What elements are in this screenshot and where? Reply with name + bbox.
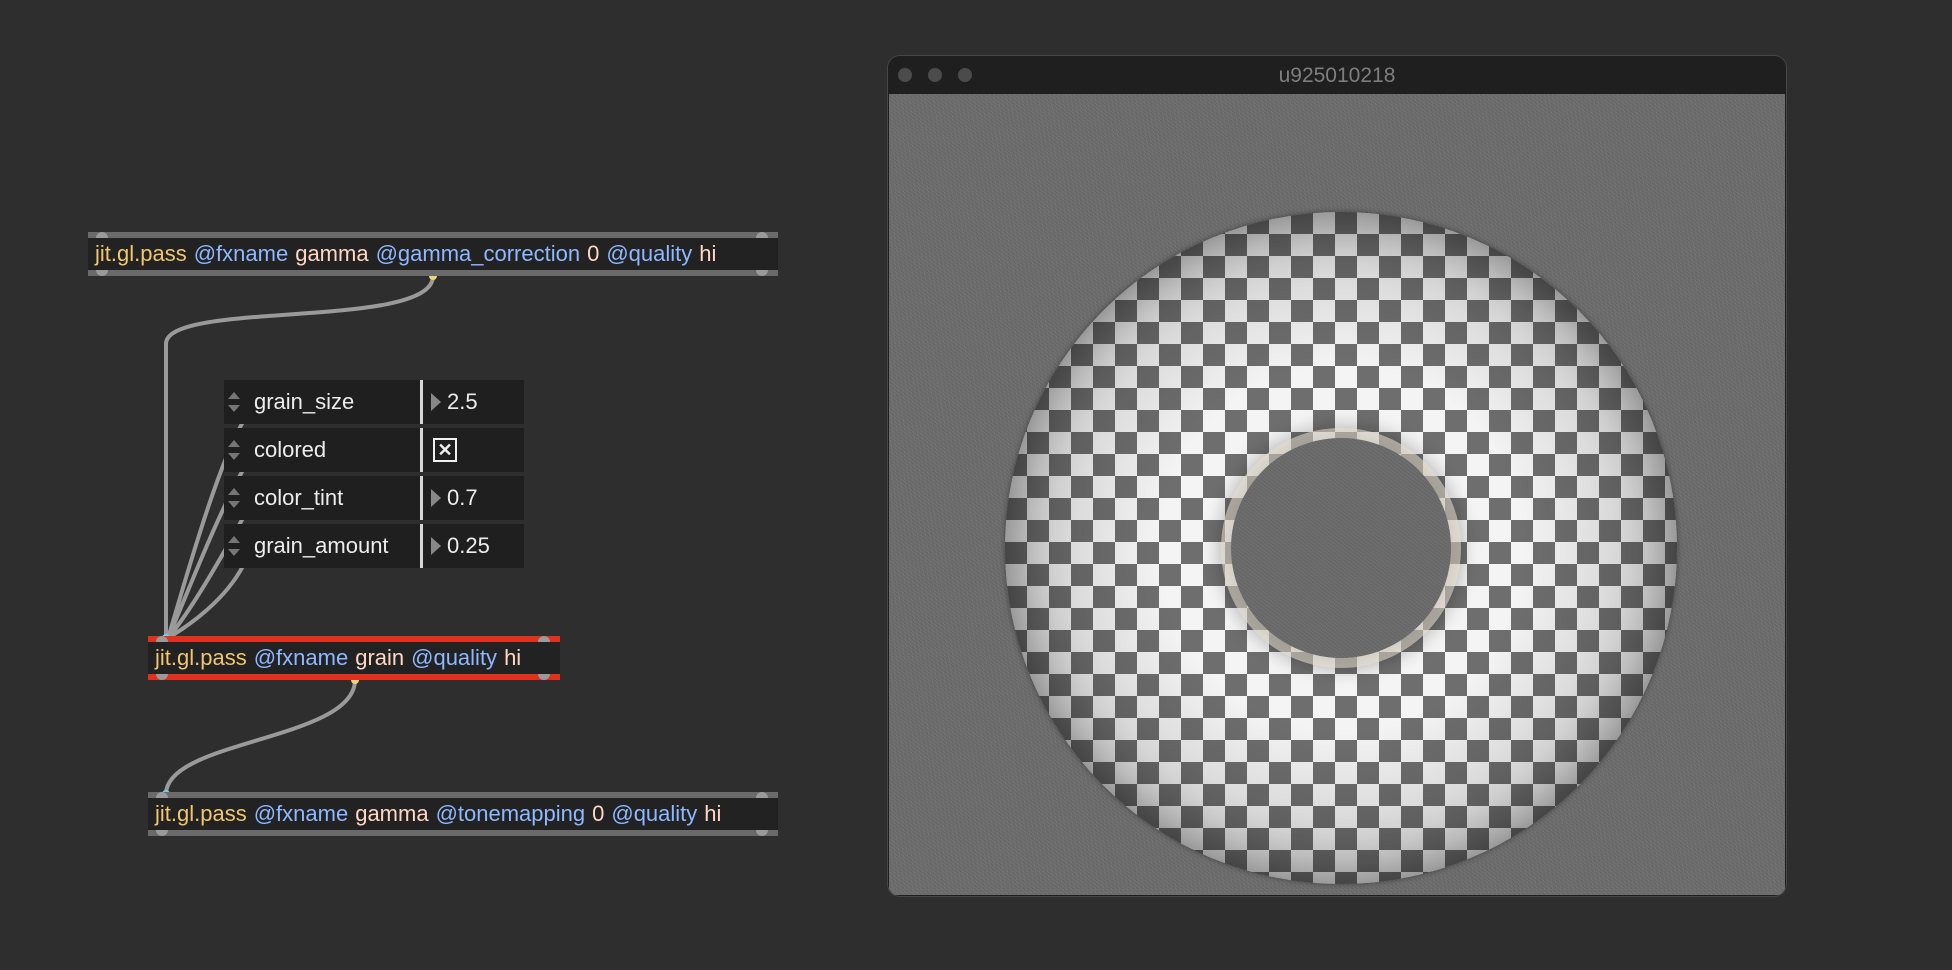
object-token-attr: @quality	[606, 241, 693, 266]
param-label: color_tint	[254, 485, 344, 510]
gl-render-viewport[interactable]	[889, 94, 1785, 895]
inlet-port[interactable]	[756, 792, 768, 798]
param-colored[interactable]: colored ✕	[224, 428, 524, 472]
object-token-val: hi	[504, 645, 522, 670]
param-value: 0.25	[447, 533, 490, 558]
inlet-port[interactable]	[96, 232, 108, 238]
object-token-val: gamma	[295, 241, 369, 266]
object-token-attr: @quality	[411, 645, 498, 670]
object-token-class: jit.gl.pass	[155, 645, 247, 670]
outlet-port[interactable]	[538, 674, 550, 680]
outlet-port[interactable]	[756, 830, 768, 836]
param-stepper-icon[interactable]	[224, 428, 244, 472]
param-stepper-icon[interactable]	[224, 380, 244, 424]
param-grain-amount[interactable]: grain_amount 0.25	[224, 524, 524, 568]
param-stepper-icon[interactable]	[224, 524, 244, 568]
object-token-val: 0	[587, 241, 600, 266]
outlet-port[interactable]	[756, 270, 768, 276]
param-grain-size[interactable]: grain_size 2.5	[224, 380, 524, 424]
object-token-attr: @gamma_correction	[375, 241, 581, 266]
outlet-port[interactable]	[96, 270, 108, 276]
cord-param-4	[166, 564, 245, 640]
inlet-port[interactable]	[756, 232, 768, 238]
param-number-box[interactable]: 2.5	[423, 389, 524, 415]
cord-grain-to-gamma	[164, 678, 357, 796]
param-toggle[interactable]: ✕	[423, 438, 524, 462]
inlet-port[interactable]	[156, 636, 168, 642]
object-token-val: grain	[355, 645, 405, 670]
inlet-port[interactable]	[156, 792, 168, 798]
jit-gl-pass-grain[interactable]: jit.gl.pass @fxname grain @quality hi	[148, 636, 560, 680]
object-token-attr: @fxname	[253, 801, 349, 826]
param-number-box[interactable]: 0.25	[423, 533, 524, 559]
number-triangle-icon	[431, 393, 441, 411]
render-window[interactable]: u925010218	[888, 56, 1786, 896]
jit-gl-pass-gamma-top[interactable]: jit.gl.pass @fxname gamma @gamma_correction…	[88, 232, 778, 276]
checkered-torus-render	[1005, 212, 1677, 884]
object-token-val: hi	[704, 801, 722, 826]
param-value: 0.7	[447, 485, 478, 510]
object-token-val: 0	[592, 801, 605, 826]
object-token-attr: @quality	[611, 801, 698, 826]
jit-gl-pass-gamma-bottom[interactable]: jit.gl.pass @fxname gamma @tonemapping 0 @qua…	[148, 792, 778, 836]
param-value: 2.5	[447, 389, 478, 414]
object-token-class: jit.gl.pass	[155, 801, 247, 826]
checkbox-checked-icon[interactable]: ✕	[433, 438, 457, 462]
param-number-box[interactable]: 0.7	[423, 485, 524, 511]
param-label: colored	[254, 437, 327, 462]
object-token-attr: @fxname	[253, 645, 349, 670]
param-stepper-icon[interactable]	[224, 476, 244, 520]
object-token-attr: @fxname	[193, 241, 289, 266]
outlet-port[interactable]	[156, 674, 168, 680]
object-token-val: hi	[699, 241, 717, 266]
outlet-port[interactable]	[156, 830, 168, 836]
param-color-tint[interactable]: color_tint 0.7	[224, 476, 524, 520]
object-token-class: jit.gl.pass	[95, 241, 187, 266]
number-triangle-icon	[431, 537, 441, 555]
window-title: u925010218	[1278, 64, 1396, 87]
inlet-port[interactable]	[538, 636, 550, 642]
window-titlebar[interactable]: u925010218	[888, 56, 1786, 94]
param-label: grain_size	[254, 389, 355, 414]
object-token-attr: @tonemapping	[435, 801, 586, 826]
param-label: grain_amount	[254, 533, 389, 558]
object-token-val: gamma	[355, 801, 429, 826]
torus-hole	[1231, 438, 1451, 658]
number-triangle-icon	[431, 489, 441, 507]
